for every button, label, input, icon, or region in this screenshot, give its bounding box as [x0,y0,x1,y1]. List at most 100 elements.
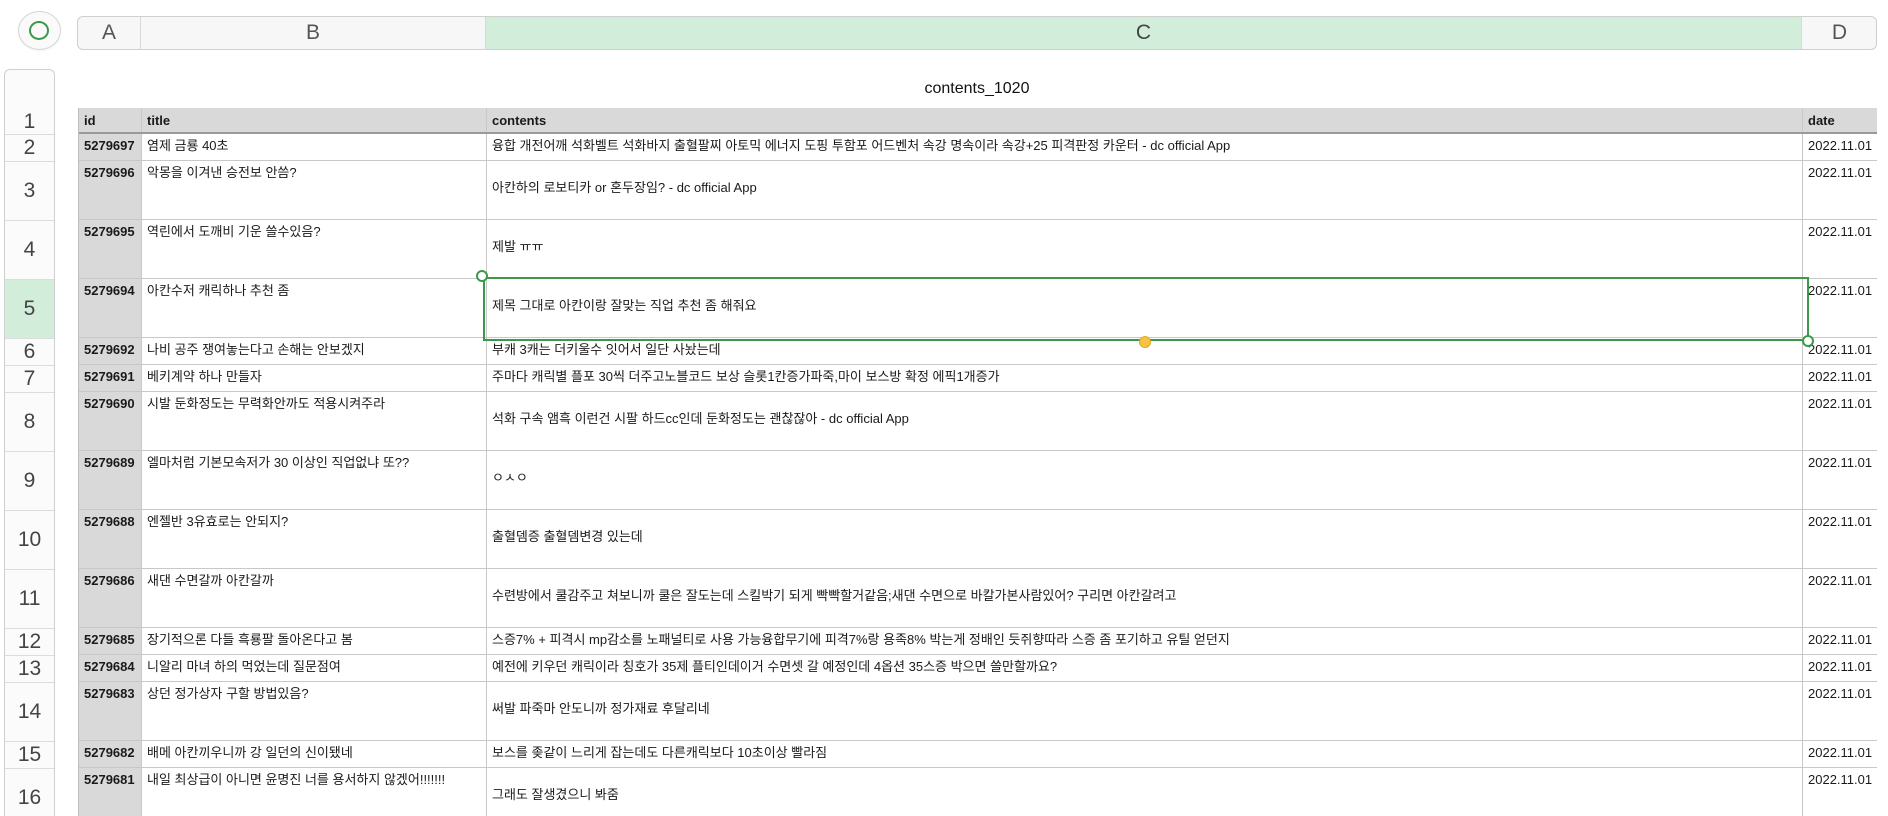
cell-contents[interactable]: ㅇㅅㅇ [487,451,1803,509]
cell-date[interactable]: 2022.11.01 [1803,365,1877,391]
row-header-3[interactable]: 3 [5,162,54,221]
row-header-16[interactable]: 16 [5,769,54,816]
cell-title[interactable]: 장기적으론 다들 흑룡팔 돌아온다고 봄 [142,628,487,654]
cell-date[interactable]: 2022.11.01 [1803,451,1877,509]
cell-date[interactable]: 2022.11.01 [1803,768,1877,816]
cell-contents[interactable]: 수련방에서 쿨감주고 쳐보니까 쿨은 잘도는데 스킬박기 되게 빡빡할거같음;새… [487,569,1803,627]
table-row: 5279685 장기적으론 다들 흑룡팔 돌아온다고 봄 스증7% + 피격시 mp… [79,628,1877,655]
row-header-6[interactable]: 6 [5,339,54,366]
row-header-8[interactable]: 8 [5,393,54,452]
cell-title[interactable]: 엘마처럼 기본모속저가 30 이상인 직업없냐 또?? [142,451,487,509]
column-header-c[interactable]: C [486,17,1802,49]
cell-contents[interactable]: 석화 구속 앰흑 이런건 시팔 하드cc인데 둔화정도는 괜찮잖아 - dc o… [487,392,1803,450]
cell-contents[interactable]: 주마다 캐릭별 플포 30씩 더주고노블코드 보상 슬롯1칸증가파죽,마이 보스… [487,365,1803,391]
cell-contents[interactable]: 융합 개전어깨 석화벨트 석화바지 출혈팔찌 아토믹 에너지 도핑 투함포 어드… [487,134,1803,160]
cell-id[interactable]: 5279684 [79,655,142,681]
cell-id[interactable]: 5279694 [79,279,142,337]
header-cell-date[interactable]: date [1803,108,1877,132]
cell-id[interactable]: 5279697 [79,134,142,160]
cell-contents[interactable]: 그래도 잘생겼으니 봐줌 [487,768,1803,816]
cell-contents[interactable]: 제발 ㅠㅠ [487,220,1803,278]
circle-icon [29,21,49,40]
cell-id[interactable]: 5279688 [79,510,142,568]
row-header-14[interactable]: 14 [5,683,54,742]
cell-title[interactable]: 역린에서 도깨비 기운 쓸수있음? [142,220,487,278]
cell-date[interactable]: 2022.11.01 [1803,279,1877,337]
row-header-9[interactable]: 9 [5,452,54,511]
cell-title[interactable]: 내일 최상급이 아니면 윤명진 너를 용서하지 않겠어!!!!!!! [142,768,487,816]
spreadsheet: ABCD 1 2 3 4 5 6 7 8 9 10 11 12 13 14 15 16 contents_10… [0,0,1888,816]
column-header-bar: ABCD [77,16,1877,50]
cell-title[interactable]: 베키계약 하나 만들자 [142,365,487,391]
select-all-button[interactable] [18,11,61,50]
row-header-12[interactable]: 12 [5,629,54,656]
table-row: 5279686 새댄 수면갈까 아칸갈까 수련방에서 쿨감주고 쳐보니까 쿨은 잘도… [79,569,1877,628]
table-title[interactable]: contents_1020 [78,80,1876,102]
selection-handle-start[interactable] [476,270,488,282]
cell-id[interactable]: 5279685 [79,628,142,654]
cell-id[interactable]: 5279690 [79,392,142,450]
cell-date[interactable]: 2022.11.01 [1803,338,1877,364]
header-cell-contents[interactable]: contents [487,108,1803,132]
row-header-bar: 1 2 3 4 5 6 7 8 9 10 11 12 13 14 15 16 [4,69,55,816]
cell-contents[interactable]: 제목 그대로 아칸이랑 잘맞는 직업 추천 좀 해줘요 [487,279,1803,337]
row-header-10[interactable]: 10 [5,511,54,570]
cell-date[interactable]: 2022.11.01 [1803,628,1877,654]
cell-title[interactable]: 상던 정가상자 구할 방법있음? [142,682,487,740]
row-header-1[interactable]: 1 [5,109,54,135]
table-row: 5279689 엘마처럼 기본모속저가 30 이상인 직업없냐 또?? ㅇㅅㅇ 202… [79,451,1877,510]
cell-date[interactable]: 2022.11.01 [1803,510,1877,568]
row-header-15[interactable]: 15 [5,742,54,769]
cell-title[interactable]: 악몽을 이겨낸 승전보 안씀? [142,161,487,219]
row-header-5[interactable]: 5 [5,280,54,339]
column-header-b[interactable]: B [141,17,486,49]
row-header-13[interactable]: 13 [5,656,54,683]
header-cell-id[interactable]: id [79,108,142,132]
cell-title[interactable]: 나비 공주 쟁여놓는다고 손해는 안보겠지 [142,338,487,364]
cell-date[interactable]: 2022.11.01 [1803,655,1877,681]
cell-id[interactable]: 5279692 [79,338,142,364]
cell-date[interactable]: 2022.11.01 [1803,134,1877,160]
cell-id[interactable]: 5279681 [79,768,142,816]
cell-contents[interactable]: 출혈뎀증 출혈뎀변경 있는데 [487,510,1803,568]
cell-contents[interactable]: 예전에 키우던 캐릭이라 칭호가 35제 플티인데이거 수면셋 갈 예정인데 4… [487,655,1803,681]
cell-id[interactable]: 5279686 [79,569,142,627]
cell-id[interactable]: 5279696 [79,161,142,219]
column-header-a[interactable]: A [78,17,141,49]
cell-title[interactable]: 배메 아칸끼우니까 강 일던의 신이됐네 [142,741,487,767]
cell-contents[interactable]: 써발 파죽마 안도니까 정가재료 후달리네 [487,682,1803,740]
row-header-11[interactable]: 11 [5,570,54,629]
header-cell-title[interactable]: title [142,108,487,132]
table-row: 5279684 니알리 마녀 하의 먹었는데 질문점여 예전에 키우던 캐릭이라 칭… [79,655,1877,682]
cell-id[interactable]: 5279695 [79,220,142,278]
fill-handle[interactable] [1139,336,1151,348]
cell-id[interactable]: 5279683 [79,682,142,740]
cell-id[interactable]: 5279691 [79,365,142,391]
cell-title[interactable]: 염제 금룡 40초 [142,134,487,160]
table-row: 5279694 아칸수저 캐릭하나 추천 좀 제목 그대로 아칸이랑 잘맞는 직업 … [79,279,1877,338]
cell-date[interactable]: 2022.11.01 [1803,569,1877,627]
table-grid: id title contents date 5279697 염제 금룡 40초 융합 개전… [78,108,1877,816]
selection-handle-end[interactable] [1802,335,1814,347]
cell-id[interactable]: 5279689 [79,451,142,509]
row-header-2[interactable]: 2 [5,135,54,162]
table-row: 5279695 역린에서 도깨비 기운 쓸수있음? 제발 ㅠㅠ 2022.11.01 [79,220,1877,279]
cell-title[interactable]: 엔젤반 3유효로는 안되지? [142,510,487,568]
row-header-7[interactable]: 7 [5,366,54,393]
cell-contents[interactable]: 아칸하의 로보티카 or 혼두장임? - dc official App [487,161,1803,219]
cell-title[interactable]: 아칸수저 캐릭하나 추천 좀 [142,279,487,337]
cell-date[interactable]: 2022.11.01 [1803,161,1877,219]
cell-date[interactable]: 2022.11.01 [1803,741,1877,767]
cell-title[interactable]: 새댄 수면갈까 아칸갈까 [142,569,487,627]
row-header-4[interactable]: 4 [5,221,54,280]
table-row: 5279682 배메 아칸끼우니까 강 일던의 신이됐네 보스를 좆같이 느리게 잡… [79,741,1877,768]
column-header-d[interactable]: D [1802,17,1876,49]
cell-date[interactable]: 2022.11.01 [1803,682,1877,740]
cell-date[interactable]: 2022.11.01 [1803,392,1877,450]
cell-title[interactable]: 시발 둔화정도는 무력화안까도 적용시켜주라 [142,392,487,450]
cell-date[interactable]: 2022.11.01 [1803,220,1877,278]
cell-title[interactable]: 니알리 마녀 하의 먹었는데 질문점여 [142,655,487,681]
cell-contents[interactable]: 보스를 좆같이 느리게 잡는데도 다른캐릭보다 10초이상 빨라짐 [487,741,1803,767]
cell-id[interactable]: 5279682 [79,741,142,767]
cell-contents[interactable]: 스증7% + 피격시 mp감소를 노패널티로 사용 가능융합무기에 피격7%랑 … [487,628,1803,654]
